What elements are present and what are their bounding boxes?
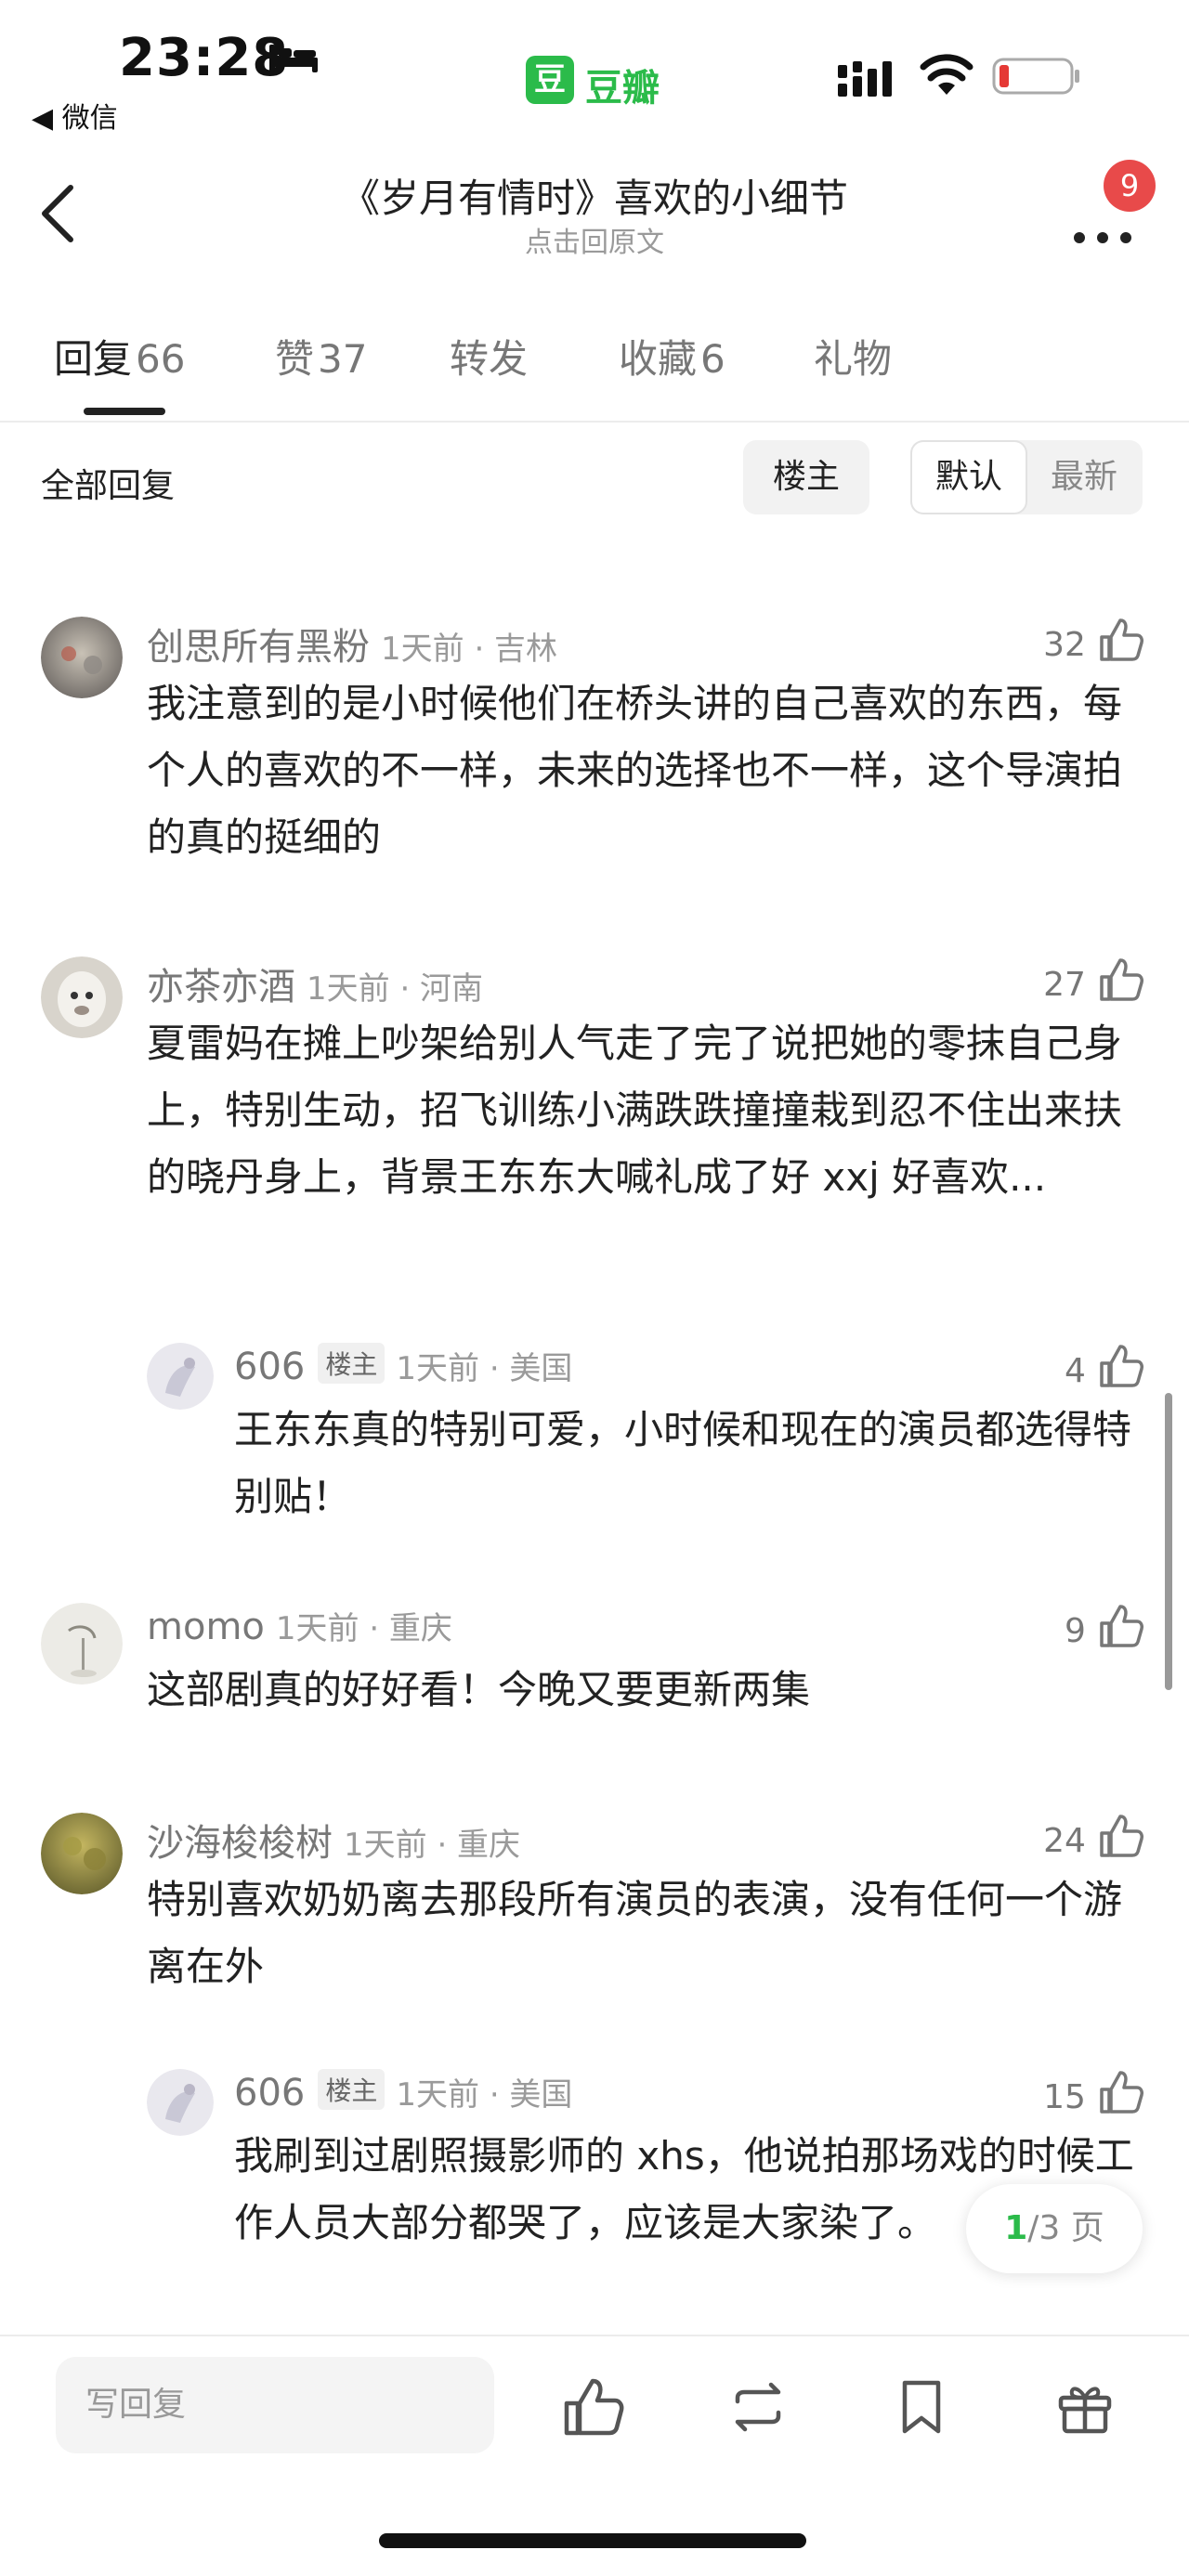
comment-text: 夏雷妈在摊上吵架给别人气走了完了说把她的零抹自己身上，特别生动，招飞训练小满跌跌… — [147, 1021, 1123, 1200]
avatar[interactable] — [41, 956, 123, 1038]
gift-icon[interactable] — [1052, 2374, 1118, 2440]
page-indicator[interactable]: 1/3 页 — [966, 2184, 1143, 2273]
repost-icon[interactable] — [725, 2374, 791, 2440]
status-bar: 23:28 ◀ 微信 豆 豆瓣 — [0, 0, 1189, 139]
comment-meta: 创思所有黑粉 1天前 · 吉林 — [147, 617, 557, 670]
username[interactable]: 创思所有黑粉 — [147, 626, 370, 669]
tab-label: 转发 — [450, 336, 529, 382]
thumbs-up-icon — [1100, 1815, 1143, 1857]
thumbs-up-icon — [1100, 2071, 1143, 2114]
like-count: 15 — [1043, 2078, 1086, 2116]
tab-label: 礼物 — [814, 336, 893, 382]
comment-meta: 亦茶亦酒 1天前 · 河南 — [147, 956, 483, 1010]
tab-label: 收藏 — [619, 336, 698, 382]
time-location: 1天前 · 重庆 — [275, 1610, 452, 1647]
username[interactable]: 亦茶亦酒 — [147, 966, 295, 1008]
comment-text: 特别喜欢奶奶离去那段所有演员的表演，没有任何一个游离在外 — [147, 1877, 1123, 1989]
page-title: 《岁月有情时》喜欢的小细节 — [340, 176, 848, 221]
like-button[interactable]: 9 — [1065, 1603, 1144, 1653]
op-badge: 楼主 — [318, 2069, 385, 2110]
like-count: 27 — [1043, 966, 1086, 1004]
tab-label: 赞 — [275, 336, 315, 382]
tab-collections[interactable]: 收藏6 — [619, 328, 725, 384]
wifi-icon — [920, 54, 973, 95]
comment-text: 王东东真的特别可爱，小时候和现在的演员都选得特别贴！ — [234, 1407, 1132, 1519]
sort-default-button[interactable]: 默认 — [912, 442, 1026, 513]
douban-logo: 豆 — [526, 56, 574, 104]
time-location: 1天前 · 美国 — [396, 1350, 573, 1387]
thumbs-up-icon — [1100, 1605, 1143, 1647]
time-location: 1天前 · 重庆 — [344, 1827, 521, 1864]
like-button[interactable]: 27 — [1043, 956, 1144, 1007]
thumbs-up-icon[interactable] — [559, 2374, 626, 2440]
reply-input[interactable]: 写回复 — [56, 2357, 494, 2453]
thumbs-up-icon — [1100, 1345, 1143, 1387]
home-indicator — [379, 2533, 806, 2548]
time-location: 1天前 · 美国 — [396, 2076, 573, 2114]
thumbs-up-icon — [1100, 618, 1143, 661]
comment-meta: 606 楼主 1天前 · 美国 — [234, 2069, 572, 2114]
avatar[interactable] — [41, 1603, 123, 1685]
comment-meta: 沙海梭梭树 1天前 · 重庆 — [147, 1813, 520, 1867]
like-count: 32 — [1043, 626, 1086, 664]
like-count: 24 — [1043, 1822, 1086, 1860]
tab-count: 37 — [318, 336, 368, 382]
avatar[interactable] — [147, 1343, 214, 1410]
like-button[interactable]: 24 — [1043, 1813, 1144, 1863]
tab-reposts[interactable]: 转发 — [450, 328, 528, 384]
like-count: 9 — [1065, 1612, 1086, 1650]
tab-label: 回复 — [54, 336, 133, 382]
time-location: 1天前 · 河南 — [307, 970, 484, 1008]
like-button[interactable]: 32 — [1043, 617, 1144, 667]
tab-count: 6 — [700, 336, 725, 382]
comment-meta: 606 楼主 1天前 · 美国 — [234, 1343, 572, 1388]
op-badge: 楼主 — [318, 1343, 385, 1384]
avatar[interactable] — [41, 1813, 123, 1894]
time-location: 1天前 · 吉林 — [381, 631, 558, 668]
bookmark-icon[interactable] — [888, 2374, 955, 2440]
comment-text: 我注意到的是小时候他们在桥头讲的自己喜欢的东西，每个人的喜欢的不一样，未来的选择… — [147, 681, 1123, 860]
bottom-action-bar: 写回复 — [0, 2335, 1189, 2576]
tab-bar: 回复66 赞37 转发 收藏6 礼物 — [0, 320, 1189, 423]
notification-badge: 9 — [1104, 160, 1156, 212]
view-original-link[interactable]: 点击回原文 — [0, 219, 1189, 260]
active-tab-indicator — [84, 408, 165, 415]
cellular-signal-icon — [838, 61, 892, 97]
tab-replies[interactable]: 回复66 — [54, 328, 185, 384]
tab-gifts[interactable]: 礼物 — [814, 328, 892, 384]
avatar[interactable] — [147, 2069, 214, 2136]
scrollbar[interactable] — [1165, 1393, 1172, 1690]
nav-bar: 《岁月有情时》喜欢的小细节 点击回原文 — [0, 149, 1189, 269]
battery-low-icon — [992, 58, 1079, 95]
op-only-filter-button[interactable]: 楼主 — [743, 440, 869, 514]
sleep-mode-icon — [269, 45, 318, 72]
status-time: 23:28 — [119, 28, 290, 88]
username[interactable]: 沙海梭梭树 — [147, 1822, 333, 1865]
current-page: 1 — [1004, 2209, 1028, 2247]
app-name: 豆瓣 — [585, 67, 660, 110]
back-to-wechat-link[interactable]: ◀ 微信 — [32, 95, 118, 136]
sort-latest-button[interactable]: 最新 — [1027, 442, 1141, 513]
tab-likes[interactable]: 赞37 — [275, 328, 367, 384]
comment-text: 这部剧真的好好看！今晚又要更新两集 — [147, 1667, 811, 1712]
all-replies-label: 全部回复 — [41, 467, 176, 505]
sort-segmented-control: 默认 最新 — [910, 440, 1143, 514]
thumbs-up-icon — [1100, 958, 1143, 1001]
username[interactable]: momo — [147, 1606, 265, 1648]
like-count: 4 — [1065, 1352, 1086, 1390]
username[interactable]: 606 — [234, 1346, 305, 1388]
username[interactable]: 606 — [234, 2072, 305, 2114]
like-button[interactable]: 4 — [1065, 1343, 1144, 1393]
like-button[interactable]: 15 — [1043, 2069, 1144, 2119]
avatar[interactable] — [41, 617, 123, 698]
total-pages: /3 页 — [1027, 2209, 1104, 2247]
more-dots-icon — [1074, 232, 1131, 243]
tab-count: 66 — [136, 336, 186, 382]
comment-meta: momo 1天前 · 重庆 — [147, 1603, 452, 1648]
